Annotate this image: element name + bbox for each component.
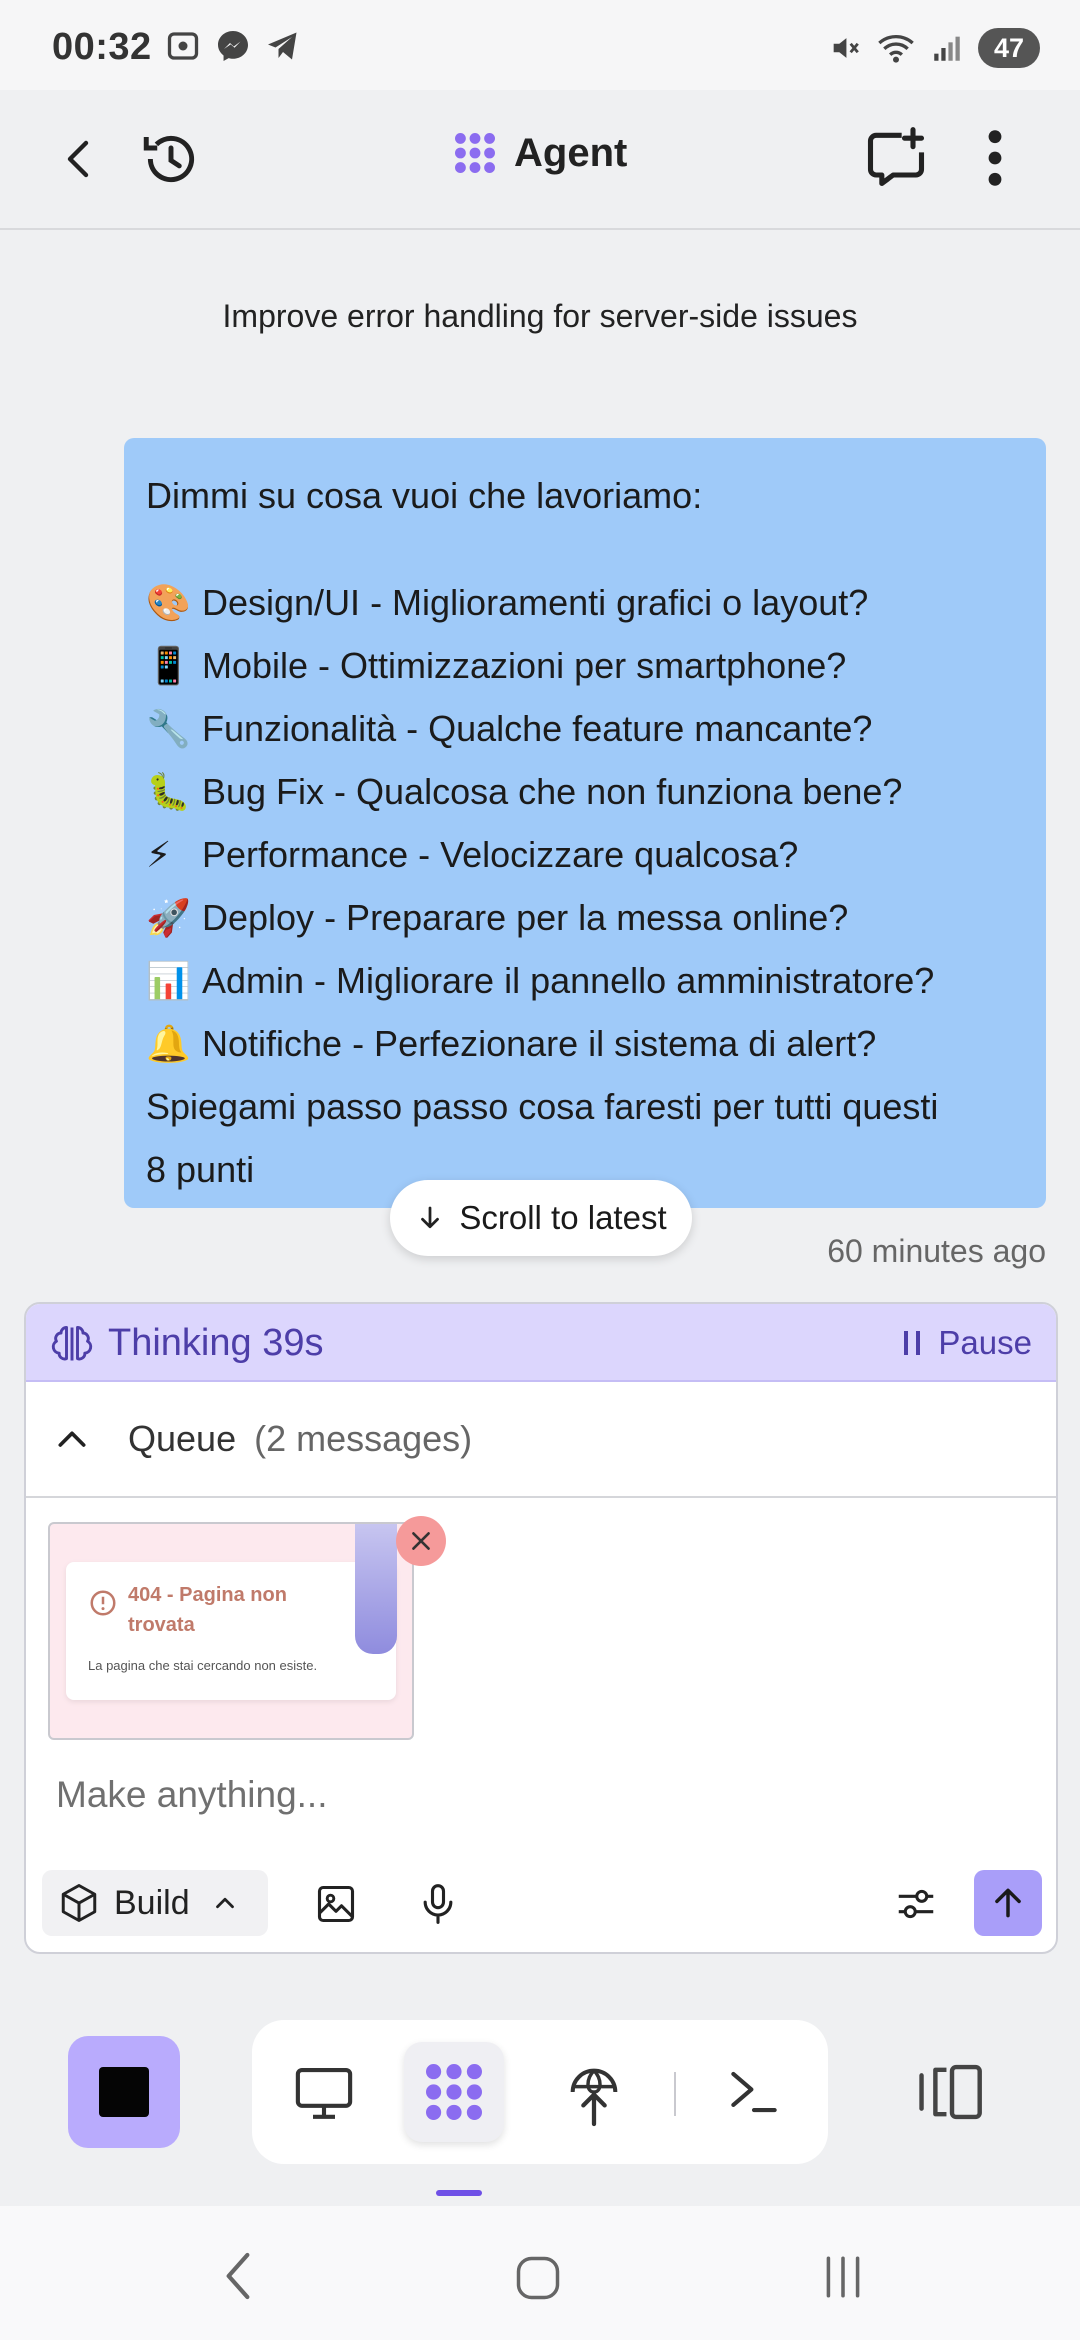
pause-button[interactable]: Pause	[902, 1324, 1032, 1362]
history-icon	[143, 135, 195, 183]
thumbnail-body: La pagina che stai cercando non esiste.	[88, 1658, 318, 1673]
system-icons: 47	[828, 28, 1040, 68]
image-icon	[317, 1885, 355, 1923]
chevron-up-icon	[215, 1897, 234, 1909]
messenger-icon	[218, 31, 248, 61]
agent-tab[interactable]	[404, 2042, 504, 2142]
preview-tab[interactable]	[274, 2042, 374, 2142]
telegram-icon	[268, 32, 297, 60]
split-panel-icon	[919, 2064, 982, 2120]
more-vertical-icon	[988, 130, 1002, 186]
settings-sliders-button[interactable]	[888, 1876, 944, 1932]
app-header: Agent	[0, 90, 1080, 230]
thumbnail-card: 404 - Pagina non trovata La pagina che s…	[66, 1562, 396, 1700]
notification-icons	[165, 28, 301, 64]
active-tab-indicator	[436, 2190, 482, 2196]
microphone-icon	[423, 1884, 453, 1924]
pause-label: Pause	[938, 1324, 1032, 1361]
back-button[interactable]	[56, 130, 104, 193]
more-options-button[interactable]	[978, 126, 1012, 195]
message-outro-line-1: Spiegami passo passo cosa faresti per tu…	[146, 1086, 939, 1127]
new-chat-button[interactable]	[862, 124, 930, 197]
list-item: 🚀 Deploy - Preparare per la messa online?	[146, 897, 849, 938]
voice-input-button[interactable]	[410, 1876, 466, 1932]
back-chevron-icon	[226, 2252, 250, 2300]
scroll-to-latest-label: Scroll to latest	[459, 1199, 667, 1236]
deploy-tab[interactable]	[544, 2042, 644, 2142]
panels-toggle-button[interactable]	[916, 2058, 988, 2131]
list-item: 🔔 Notifiche - Perfezionare il sistema di …	[146, 1023, 877, 1064]
message-timestamp: 60 minutes ago	[827, 1233, 1046, 1269]
list-item: 📊 Admin - Migliorare il pannello amminist…	[146, 960, 935, 1001]
thinking-bar: Thinking 39s Pause	[26, 1304, 1056, 1382]
home-icon	[516, 2256, 560, 2300]
attach-image-button[interactable]	[308, 1876, 364, 1932]
screenshot-icon	[167, 32, 199, 60]
signal-icon	[934, 36, 960, 61]
thumbnail-sidebar	[355, 1524, 397, 1654]
back-arrow-icon	[67, 140, 89, 178]
prompt-input[interactable]	[56, 1774, 1016, 1816]
close-icon	[412, 1532, 430, 1550]
brain-icon	[51, 1326, 93, 1361]
remove-attachment-button[interactable]	[396, 1516, 446, 1566]
list-item: 📱 Mobile - Ottimizzazioni per smartphone?	[146, 645, 847, 686]
status-time: 00:32	[52, 26, 152, 68]
deploy-globe-icon	[570, 2068, 618, 2127]
mute-icon	[833, 38, 859, 58]
list-item: 🐛 Bug Fix - Qualcosa che non funziona ben…	[146, 771, 903, 812]
battery-indicator: 47	[978, 28, 1040, 68]
agent-logo-icon	[426, 2064, 482, 2120]
agent-logo-icon	[455, 133, 495, 173]
recents-icon	[826, 2256, 860, 2298]
system-recents-button[interactable]	[818, 2252, 868, 2307]
history-button[interactable]	[138, 126, 204, 197]
thinking-status: Thinking 39s	[108, 1322, 324, 1364]
message-intro: Dimmi su cosa vuoi che lavoriamo:	[146, 475, 703, 516]
chevron-up-icon	[58, 1431, 86, 1447]
stop-button[interactable]	[68, 2036, 180, 2148]
queue-label: Queue (2 messages)	[128, 1418, 473, 1459]
workspace-dock	[252, 2020, 828, 2164]
system-back-button[interactable]	[218, 2248, 258, 2309]
message-list: 🎨 Design/UI - Miglioramenti grafici o lay…	[146, 571, 1024, 1075]
list-item: 🎨 Design/UI - Miglioramenti grafici o lay…	[146, 582, 869, 623]
terminal-icon	[731, 2071, 777, 2113]
wifi-icon	[878, 35, 914, 63]
build-mode-selector[interactable]: Build	[42, 1870, 268, 1936]
list-item: ⚡ Performance - Velocizzare qualcosa?	[146, 834, 799, 875]
list-item: 🔧 Funzionalità - Qualche feature mancante…	[146, 708, 873, 749]
conversation-title: Improve error handling for server-side i…	[222, 298, 858, 334]
attachment-thumbnail[interactable]: 404 - Pagina non trovata La pagina che s…	[48, 1522, 414, 1740]
status-bar: 00:32 47	[0, 0, 1080, 90]
system-home-button[interactable]	[512, 2252, 564, 2309]
page-title: Agent	[514, 130, 628, 175]
alert-circle-icon	[90, 1590, 116, 1616]
stop-icon	[99, 2067, 149, 2117]
arrow-down-icon	[421, 1206, 440, 1229]
system-navigation-bar	[0, 2206, 1080, 2340]
header-title-group: Agent	[450, 128, 627, 178]
queue-count: (2 messages)	[254, 1418, 473, 1459]
monitor-icon	[295, 2067, 353, 2119]
pause-icon	[904, 1331, 921, 1355]
composer-panel: Thinking 39s Pause Queue (2 messages) 404…	[24, 1302, 1058, 1954]
new-chat-icon	[867, 127, 925, 187]
dock-divider	[674, 2072, 676, 2116]
thumbnail-title: 404 - Pagina non trovata	[128, 1584, 287, 1636]
arrow-up-icon	[995, 1888, 1021, 1918]
cube-icon	[61, 1884, 97, 1922]
sliders-icon	[898, 1889, 934, 1919]
build-label: Build	[114, 1883, 190, 1922]
shell-tab[interactable]	[704, 2042, 804, 2142]
user-message-bubble: Dimmi su cosa vuoi che lavoriamo: 🎨 Desig…	[124, 438, 1046, 1208]
queue-toggle[interactable]: Queue (2 messages)	[26, 1382, 1056, 1498]
scroll-to-latest-button[interactable]: Scroll to latest	[390, 1180, 692, 1256]
send-button[interactable]	[974, 1870, 1042, 1936]
